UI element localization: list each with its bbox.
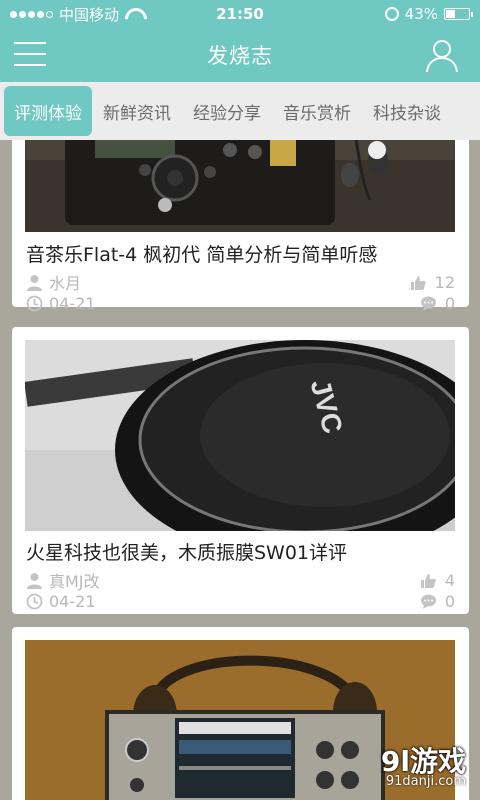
author-icon	[27, 274, 42, 291]
watermark-url: 91danji.com	[385, 774, 466, 789]
tab-news[interactable]: 新鲜资讯	[92, 86, 182, 136]
user-icon[interactable]	[424, 37, 460, 73]
article-author-row: 真MJ改 4	[26, 568, 455, 592]
article-card[interactable]: 音茶乐Flat-4 枫初代 简单分析与简单听感 水月 12 04-21 0	[12, 140, 469, 313]
article-author: 真MJ改	[49, 572, 100, 591]
comment-count-group[interactable]: 0	[420, 294, 455, 313]
article-image	[25, 140, 455, 232]
like-count: 4	[444, 570, 455, 590]
rotation-lock-icon	[384, 7, 399, 21]
battery-percent: 43%	[404, 5, 438, 23]
comment-icon	[420, 594, 436, 609]
tab-music[interactable]: 音乐赏析	[272, 86, 362, 136]
article-date-row: 04-21 0	[26, 592, 455, 611]
article-author: 水月	[49, 274, 82, 293]
clock-icon	[26, 295, 43, 312]
like-icon	[410, 275, 426, 290]
article-author-row: 水月 12	[26, 270, 455, 294]
app-header: 发烧志	[0, 28, 480, 82]
article-card[interactable]: JVC 火星科技也很美，木质振膜SW01详评 真MJ改 4 04-21 0	[12, 327, 469, 614]
tab-reviews[interactable]: 评测体验	[4, 86, 92, 136]
comment-icon	[420, 296, 436, 311]
article-date: 04-21	[49, 592, 96, 611]
signal-strength-icon	[10, 10, 53, 18]
page-title: 发烧志	[207, 44, 273, 68]
status-bar: 中国移动 21:50 43%	[0, 0, 480, 28]
status-left: 中国移动	[10, 4, 141, 25]
battery-icon	[444, 8, 473, 20]
like-count: 12	[434, 272, 455, 292]
article-title: 火星科技也很美，木质振膜SW01详评	[26, 542, 348, 564]
menu-icon[interactable]	[14, 40, 46, 68]
comment-count-group[interactable]: 0	[420, 592, 455, 611]
tab-tech[interactable]: 科技杂谈	[362, 86, 452, 136]
tab-experience[interactable]: 经验分享	[182, 86, 272, 136]
carrier-label: 中国移动	[59, 5, 120, 24]
like-count-group[interactable]: 4	[420, 571, 455, 590]
clock-icon	[26, 593, 43, 610]
wifi-icon	[125, 8, 141, 20]
status-right: 43%	[384, 5, 473, 23]
article-date: 04-21	[49, 294, 96, 313]
article-feed[interactable]: 音茶乐Flat-4 枫初代 简单分析与简单听感 水月 12 04-21 0 JV…	[0, 140, 480, 800]
category-tabs: 评测体验 新鲜资讯 经验分享 音乐赏析 科技杂谈	[0, 82, 480, 140]
article-image: JVC	[25, 340, 455, 531]
article-date-row: 04-21 0	[26, 294, 455, 313]
comment-count: 0	[444, 294, 455, 313]
watermark-logo: 9l游戏 91danji.com	[352, 740, 472, 792]
like-count-group[interactable]: 12	[410, 273, 455, 292]
article-title: 音茶乐Flat-4 枫初代 简单分析与简单听感	[26, 244, 378, 266]
like-icon	[420, 573, 436, 588]
comment-count: 0	[444, 592, 455, 611]
author-icon	[27, 572, 42, 589]
